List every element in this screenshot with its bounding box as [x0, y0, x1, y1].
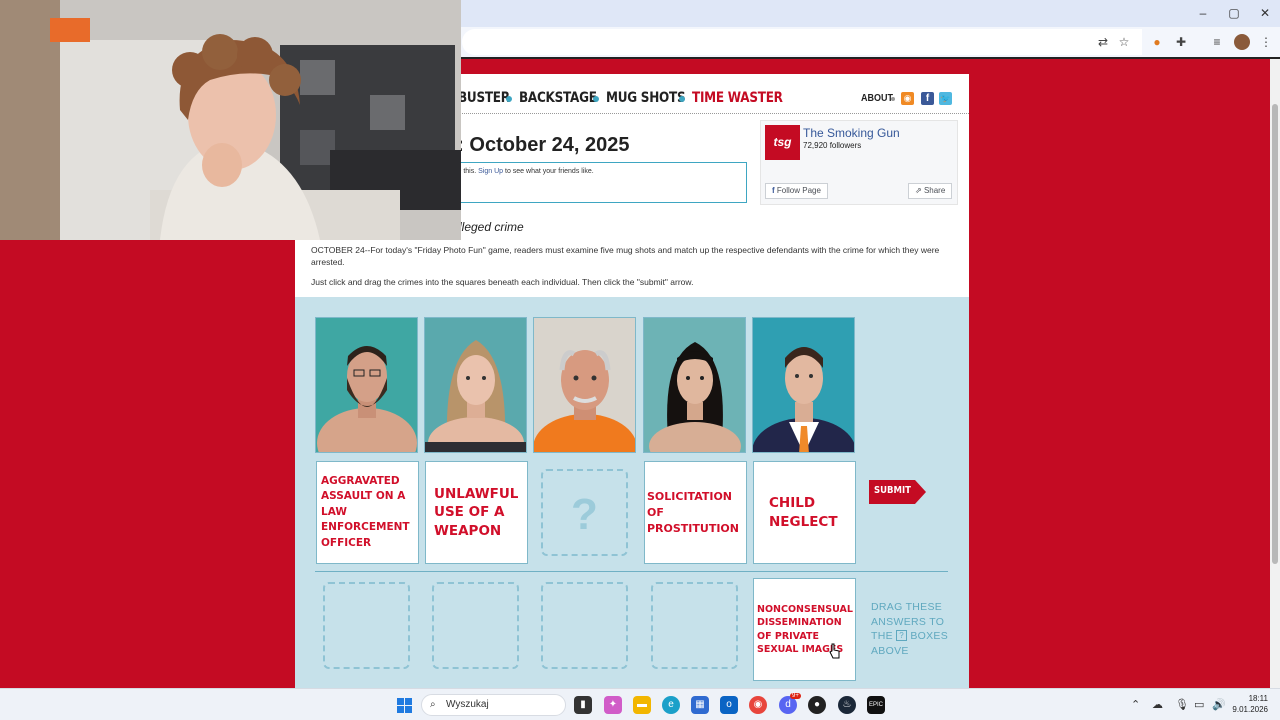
twitter-icon[interactable]: 🐦 — [939, 92, 952, 105]
question-box-icon: ? — [896, 630, 908, 641]
edge-icon[interactable]: e — [662, 696, 680, 714]
share-label: Share — [923, 186, 946, 195]
network-icon[interactable]: ▭ — [1194, 698, 1204, 711]
puzzle-icon[interactable]: ✚ — [1172, 33, 1190, 51]
profile-avatar[interactable] — [1234, 34, 1250, 50]
facebook-page-name[interactable]: The Smoking Gun — [803, 126, 900, 140]
rss-icon[interactable]: ◉ — [901, 92, 914, 105]
outlook-icon[interactable]: o — [720, 696, 738, 714]
submit-arrow-button[interactable]: SUBMIT — [869, 480, 927, 509]
mug-shot-3 — [533, 317, 636, 453]
epic-games-icon[interactable]: EPIC — [867, 696, 885, 714]
chrome-icon[interactable]: ◉ — [749, 696, 767, 714]
answer-pool-slot[interactable] — [323, 582, 410, 669]
tsg-logo[interactable]: tsg — [765, 125, 800, 160]
hand-cursor-icon — [829, 643, 840, 659]
mug-shot-5 — [752, 317, 855, 453]
sign-up-link[interactable]: Sign Up — [478, 168, 503, 175]
file-explorer-icon[interactable]: ▬ — [633, 696, 651, 714]
nav-item-buster[interactable]: BUSTER — [458, 90, 510, 106]
article-paragraph: OCTOBER 24--For today's "Friday Photo Fu… — [311, 245, 940, 267]
onedrive-icon[interactable]: ☁ — [1152, 698, 1163, 711]
page-scrollbar[interactable] — [1270, 59, 1280, 688]
nav-separator-dot — [506, 96, 512, 102]
clock-time: 18:11 — [1248, 694, 1268, 703]
answer-card-placed-2[interactable]: UNLAWFUL USE OF A WEAPON — [425, 461, 528, 564]
answer-card-placed-5[interactable]: CHILD NEGLECT — [753, 461, 856, 564]
translate-icon[interactable]: ⇄ — [1094, 33, 1112, 51]
store-icon[interactable]: ▦ — [691, 696, 709, 714]
like-suffix-text: to see what your friends like. — [505, 168, 594, 175]
extension-icon[interactable]: ● — [1148, 33, 1166, 51]
facebook-icon[interactable]: f — [921, 92, 934, 105]
follow-page-label: Follow Page — [776, 186, 821, 195]
answer-pool-slot[interactable] — [432, 582, 519, 669]
answer-pool-slot[interactable] — [541, 582, 628, 669]
facebook-like-box: ke this. Sign Up to see what your friend… — [445, 162, 747, 203]
answer-card-text: UNLAWFUL USE OF A WEAPON — [434, 485, 519, 539]
article-paragraph: Just click and drag the crimes into the … — [311, 277, 694, 287]
game-divider — [315, 571, 948, 572]
instructions-line: THE ? BOXES — [871, 629, 951, 644]
mug-shot-2 — [424, 317, 527, 453]
discord-badge: 9+ — [790, 693, 801, 699]
share-icon: ⇗ — [915, 186, 924, 195]
obs-icon[interactable]: ● — [808, 696, 826, 714]
instructions-word: THE — [871, 630, 893, 642]
menu-icon[interactable]: ⋮ — [1257, 33, 1275, 51]
webcam-overlay — [0, 0, 461, 240]
nav-item-backstage[interactable]: BACKSTAGE — [519, 90, 597, 106]
facebook-page-widget: tsg The Smoking Gun 72,920 followers f F… — [760, 120, 958, 205]
share-button[interactable]: ⇗ Share — [908, 183, 953, 199]
taskbar-clock[interactable]: 18:11 9.01.2026 — [1232, 693, 1268, 715]
nav-item-time-waster[interactable]: TIME WASTER — [692, 90, 783, 106]
search-placeholder: Wyszukaj — [446, 699, 489, 710]
instructions-line: ABOVE — [871, 644, 909, 657]
steam-icon[interactable]: ♨ — [838, 696, 856, 714]
media-control-icon[interactable]: ≡ — [1208, 33, 1226, 51]
follow-page-button[interactable]: f Follow Page — [765, 183, 828, 199]
volume-icon[interactable]: 🔊 — [1212, 698, 1226, 711]
windows-taskbar: ⌕ Wyszukaj ▮ ✦ ▬ e ▦ o ◉ d 9+ ● ♨ EPIC ⌃… — [0, 688, 1280, 720]
windows-start-icon[interactable] — [397, 698, 412, 713]
address-bar[interactable] — [462, 29, 1142, 55]
nav-separator-dot — [679, 96, 685, 102]
clock-date: 9.01.2026 — [1232, 705, 1268, 714]
task-view-icon[interactable]: ▮ — [574, 696, 592, 714]
nav-separator-dot — [593, 96, 599, 102]
scrollbar-thumb[interactable] — [1272, 104, 1278, 564]
drop-slot-empty[interactable]: ? — [541, 469, 628, 556]
submit-label: SUBMIT — [874, 485, 911, 496]
nav-item-mug-shots[interactable]: MUG SHOTS — [606, 90, 686, 106]
tray-chevron-icon[interactable]: ⌃ — [1131, 698, 1140, 711]
instructions-line: DRAG THESE — [871, 601, 943, 613]
instructions-word: BOXES — [910, 630, 949, 642]
search-icon: ⌕ — [430, 699, 436, 710]
close-window-button[interactable]: ✕ — [1250, 4, 1280, 22]
question-mark-icon: ? — [571, 490, 598, 539]
mug-shot-4 — [643, 317, 746, 453]
drag-instructions: DRAG THESE ANSWERS TO THE ? BOXES ABOVE — [871, 600, 951, 658]
photo-game-area: AGGRAVATED ASSAULT ON A LAW ENFORCEMENT … — [295, 297, 969, 688]
answer-card-placed-1[interactable]: AGGRAVATED ASSAULT ON A LAW ENFORCEMENT … — [316, 461, 419, 564]
answer-card-placed-4[interactable]: SOLICITATION OF PROSTITUTION — [644, 461, 747, 564]
bookmark-star-icon[interactable]: ☆ — [1115, 33, 1133, 51]
article-headline: n: October 24, 2025 — [445, 134, 630, 156]
copilot-icon[interactable]: ✦ — [604, 696, 622, 714]
answer-card-text: CHILD NEGLECT — [769, 495, 838, 530]
answer-card-text: SOLICITATION OF PROSTITUTION — [647, 489, 739, 535]
instructions-line: ANSWERS TO — [871, 615, 945, 628]
answer-card-text: AGGRAVATED ASSAULT ON A LAW ENFORCEMENT … — [321, 474, 410, 549]
minimize-button[interactable]: – — [1188, 4, 1218, 22]
nav-separator-dot — [891, 97, 895, 101]
facebook-follower-count: 72,920 followers — [803, 141, 862, 150]
nav-about-link[interactable]: ABOUT — [861, 93, 893, 104]
maximize-button[interactable]: ▢ — [1219, 4, 1249, 22]
answer-pool-slot[interactable] — [651, 582, 738, 669]
answer-card-remaining[interactable]: NONCONSENSUAL DISSEMINATION OF PRIVATE S… — [753, 578, 856, 681]
webcam-image — [0, 0, 461, 240]
taskbar-search[interactable]: ⌕ Wyszukaj — [421, 694, 566, 716]
microphone-icon[interactable]: 🎙 — [1175, 698, 1189, 711]
mug-shot-1 — [315, 317, 418, 453]
